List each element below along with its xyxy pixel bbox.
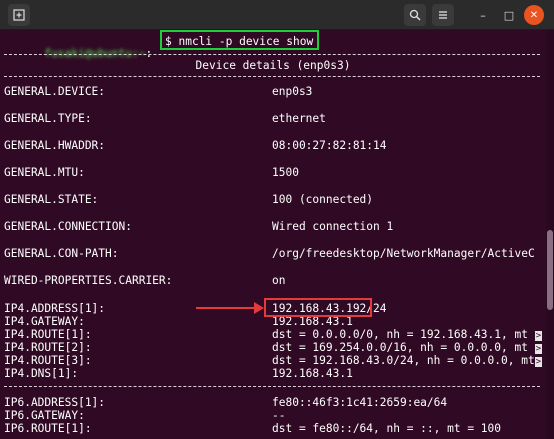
- ip6-value: fe80::46f3:1c41:2659:ea/64: [272, 396, 448, 409]
- maximize-button[interactable]: □: [498, 4, 520, 26]
- ip4-key: IP4.ROUTE[1]:: [4, 328, 92, 341]
- ip6-value: dst = fe80::/64, nh = ::, mt = 100: [272, 422, 502, 435]
- separator-line: [4, 76, 540, 77]
- ip4-key: IP4.DNS[1]:: [4, 367, 79, 380]
- scrollbar-thumb[interactable]: [547, 230, 553, 310]
- row-key: GENERAL.MTU:: [4, 166, 85, 179]
- row-value: on: [272, 274, 286, 287]
- ip4-value: dst = 169.254.0.0/16, nh = 0.0.0.0, mt >: [272, 341, 543, 354]
- row-key: GENERAL.CON-PATH:: [4, 247, 119, 260]
- scrollbar[interactable]: [546, 30, 554, 439]
- close-button[interactable]: ✕: [524, 5, 544, 25]
- row-value: ethernet: [272, 112, 326, 125]
- hamburger-icon: [439, 11, 447, 19]
- search-button[interactable]: [404, 4, 426, 26]
- route-text: dst = 169.254.0.0/16, nh = 0.0.0.0, mt: [272, 341, 528, 354]
- ip4-value: dst = 192.168.43.0/24, nh = 0.0.0.0, mt>: [272, 354, 543, 367]
- row-key: GENERAL.DEVICE:: [4, 85, 106, 98]
- row-key: GENERAL.CONNECTION:: [4, 220, 132, 233]
- new-tab-icon: [13, 9, 25, 21]
- separator-line: [4, 54, 540, 55]
- ip4-key: IP4.GATEWAY:: [4, 315, 85, 328]
- search-icon: [409, 9, 421, 21]
- ip6-key: IP6.ROUTE[1]:: [4, 422, 92, 435]
- row-value: 08:00:27:82:81:14: [272, 139, 387, 152]
- arrow-head-icon: [254, 302, 264, 314]
- ip4-value: 192.168.43.1: [272, 367, 353, 380]
- row-key: GENERAL.HWADDR:: [4, 139, 106, 152]
- ip6-key: IP6.ADDRESS[1]:: [4, 396, 106, 409]
- new-tab-button[interactable]: [8, 4, 30, 26]
- overflow-marker: >: [534, 331, 543, 341]
- row-value: 1500: [272, 166, 299, 179]
- annotation-arrow: [196, 307, 256, 309]
- route-text: dst = 0.0.0.0/0, nh = 192.168.43.1, mt: [272, 328, 528, 341]
- ip4-key: IP4.ROUTE[3]:: [4, 354, 92, 367]
- menu-button[interactable]: [432, 4, 454, 26]
- terminal-output[interactable]: fusaki@ubuntu:~: $ nmcli -p device show …: [0, 30, 546, 439]
- overflow-marker: >: [534, 357, 543, 367]
- row-key: WIRED-PROPERTIES.CARRIER:: [4, 274, 173, 287]
- ip4-key: IP4.ADDRESS[1]:: [4, 302, 106, 315]
- row-value: Wired connection 1: [272, 220, 394, 233]
- row-key: GENERAL.STATE:: [4, 193, 99, 206]
- route-text: dst = 192.168.43.0/24, nh = 0.0.0.0, mt: [272, 354, 535, 367]
- command-highlight: $ nmcli -p device show: [160, 30, 320, 50]
- row-value: enp0s3: [272, 85, 313, 98]
- device-details-title: Device details (enp0s3): [195, 59, 351, 72]
- overflow-marker: >: [534, 344, 543, 354]
- minimize-button[interactable]: –: [472, 4, 494, 26]
- ip-address-highlight: [264, 298, 372, 317]
- row-value: /org/freedesktop/NetworkManager/ActiveC: [272, 247, 535, 260]
- separator-line: [4, 386, 540, 387]
- ip6-value: --: [272, 409, 286, 422]
- ip4-value: dst = 0.0.0.0/0, nh = 192.168.43.1, mt >: [272, 328, 543, 341]
- ip4-key: IP4.ROUTE[2]:: [4, 341, 92, 354]
- prompt-line: fusaki@ubuntu:~:: [4, 34, 152, 60]
- row-value: 100 (connected): [272, 193, 374, 206]
- terminal-window: – □ ✕ fusaki@ubuntu:~: $ nmcli -p device…: [0, 0, 554, 439]
- row-key: GENERAL.TYPE:: [4, 112, 92, 125]
- title-bar: – □ ✕: [0, 0, 554, 30]
- ip6-key: IP6.GATEWAY:: [4, 409, 85, 422]
